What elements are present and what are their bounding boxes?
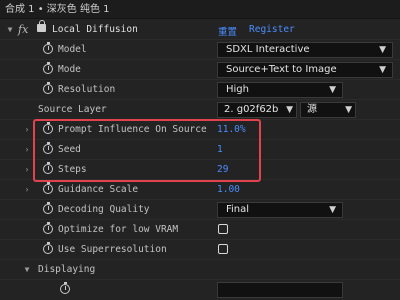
param-row-partial — [0, 280, 400, 300]
param-label-prompt-influence: Prompt Influence On Source — [58, 124, 207, 135]
source-type-dropdown[interactable]: 源 ▼ — [300, 102, 356, 118]
panel-title: 合成 1 • 深灰色 纯色 1 — [0, 0, 400, 19]
param-row-decoding: Decoding Quality Final ▼ — [0, 200, 400, 220]
param-label-guidance: Guidance Scale — [58, 184, 139, 195]
stopwatch-icon[interactable] — [43, 242, 53, 254]
param-row-mode: Mode Source+Text to Image ▼ — [0, 60, 400, 80]
param-row-seed: › Seed 1 — [0, 140, 400, 160]
stopwatch-icon[interactable] — [60, 282, 70, 294]
chevron-down-icon: ▼ — [329, 85, 336, 95]
resolution-dropdown-value: High — [226, 84, 249, 95]
model-dropdown[interactable]: SDXL Interactive ▼ — [217, 42, 393, 58]
effect-name: Local Diffusion — [52, 24, 138, 35]
param-label-low-vram: Optimize for low VRAM — [58, 224, 179, 235]
param-label-decoding: Decoding Quality — [58, 204, 150, 215]
stopwatch-icon[interactable] — [43, 202, 53, 214]
param-label-steps: Steps — [58, 164, 87, 175]
param-row-superres: Use Superresolution — [0, 240, 400, 260]
chevron-down-icon: ▼ — [329, 205, 336, 215]
chevron-right-icon[interactable]: › — [23, 165, 31, 174]
stopwatch-icon[interactable] — [43, 62, 53, 74]
resolution-dropdown[interactable]: High ▼ — [217, 82, 343, 98]
stopwatch-icon[interactable] — [43, 182, 53, 194]
param-label-superres: Use Superresolution — [58, 244, 167, 255]
param-label-model: Model — [58, 44, 87, 55]
source-layer-value: 2. g02f62b — [224, 104, 279, 115]
seed-value[interactable]: 1 — [217, 144, 223, 155]
stopwatch-icon[interactable] — [43, 42, 53, 54]
chevron-right-icon[interactable]: › — [23, 185, 31, 194]
effect-header-row[interactable]: ▼ fx Local Diffusion 重置 Register — [0, 20, 400, 40]
param-row-resolution: Resolution High ▼ — [0, 80, 400, 100]
steps-value[interactable]: 29 — [217, 164, 228, 175]
stopwatch-icon[interactable] — [43, 222, 53, 234]
reset-button[interactable]: 重置 — [218, 24, 237, 38]
param-label-mode: Mode — [58, 64, 81, 75]
register-button[interactable]: Register — [249, 24, 295, 35]
lock-icon — [37, 20, 46, 32]
fx-icon[interactable]: fx — [18, 23, 28, 36]
param-label-seed: Seed — [58, 144, 81, 155]
param-row-guidance: › Guidance Scale 1.00 — [0, 180, 400, 200]
chevron-right-icon[interactable]: › — [23, 145, 31, 154]
param-row-model: Model SDXL Interactive ▼ — [0, 40, 400, 60]
mode-dropdown-value: Source+Text to Image — [226, 64, 337, 75]
stopwatch-icon[interactable] — [43, 162, 53, 174]
decoding-dropdown-value: Final — [226, 204, 250, 215]
stopwatch-icon[interactable] — [43, 122, 53, 134]
param-row-source-layer: Source Layer 2. g02f62b ▼ 源 ▼ — [0, 100, 400, 120]
stopwatch-icon[interactable] — [43, 82, 53, 94]
chevron-down-icon: ▼ — [379, 65, 386, 75]
decoding-dropdown[interactable]: Final ▼ — [217, 202, 343, 218]
chevron-right-icon[interactable]: › — [23, 125, 31, 134]
chevron-down-icon[interactable]: ▼ — [23, 265, 31, 274]
chevron-down-icon: ▼ — [379, 45, 386, 55]
low-vram-checkbox[interactable] — [218, 224, 228, 234]
param-row-prompt-influence: › Prompt Influence On Source 11.0% — [0, 120, 400, 140]
source-type-value: 源 — [307, 104, 317, 115]
model-dropdown-value: SDXL Interactive — [226, 44, 310, 55]
stopwatch-icon[interactable] — [43, 142, 53, 154]
group-label-displaying: Displaying — [38, 264, 96, 275]
param-row-steps: › Steps 29 — [0, 160, 400, 180]
prompt-influence-value[interactable]: 11.0% — [217, 124, 246, 135]
chevron-down-icon: ▼ — [345, 105, 352, 115]
param-label-source-layer: Source Layer — [38, 104, 107, 115]
group-row-displaying[interactable]: ▼ Displaying — [0, 260, 400, 280]
source-layer-dropdown[interactable]: 2. g02f62b ▼ — [217, 102, 297, 118]
chevron-down-icon: ▼ — [286, 105, 293, 115]
partial-dropdown[interactable] — [217, 282, 343, 298]
param-label-resolution: Resolution — [58, 84, 116, 95]
mode-dropdown[interactable]: Source+Text to Image ▼ — [217, 62, 393, 78]
chevron-down-icon[interactable]: ▼ — [6, 25, 14, 34]
param-row-low-vram: Optimize for low VRAM — [0, 220, 400, 240]
superres-checkbox[interactable] — [218, 244, 228, 254]
guidance-value[interactable]: 1.00 — [217, 184, 240, 195]
